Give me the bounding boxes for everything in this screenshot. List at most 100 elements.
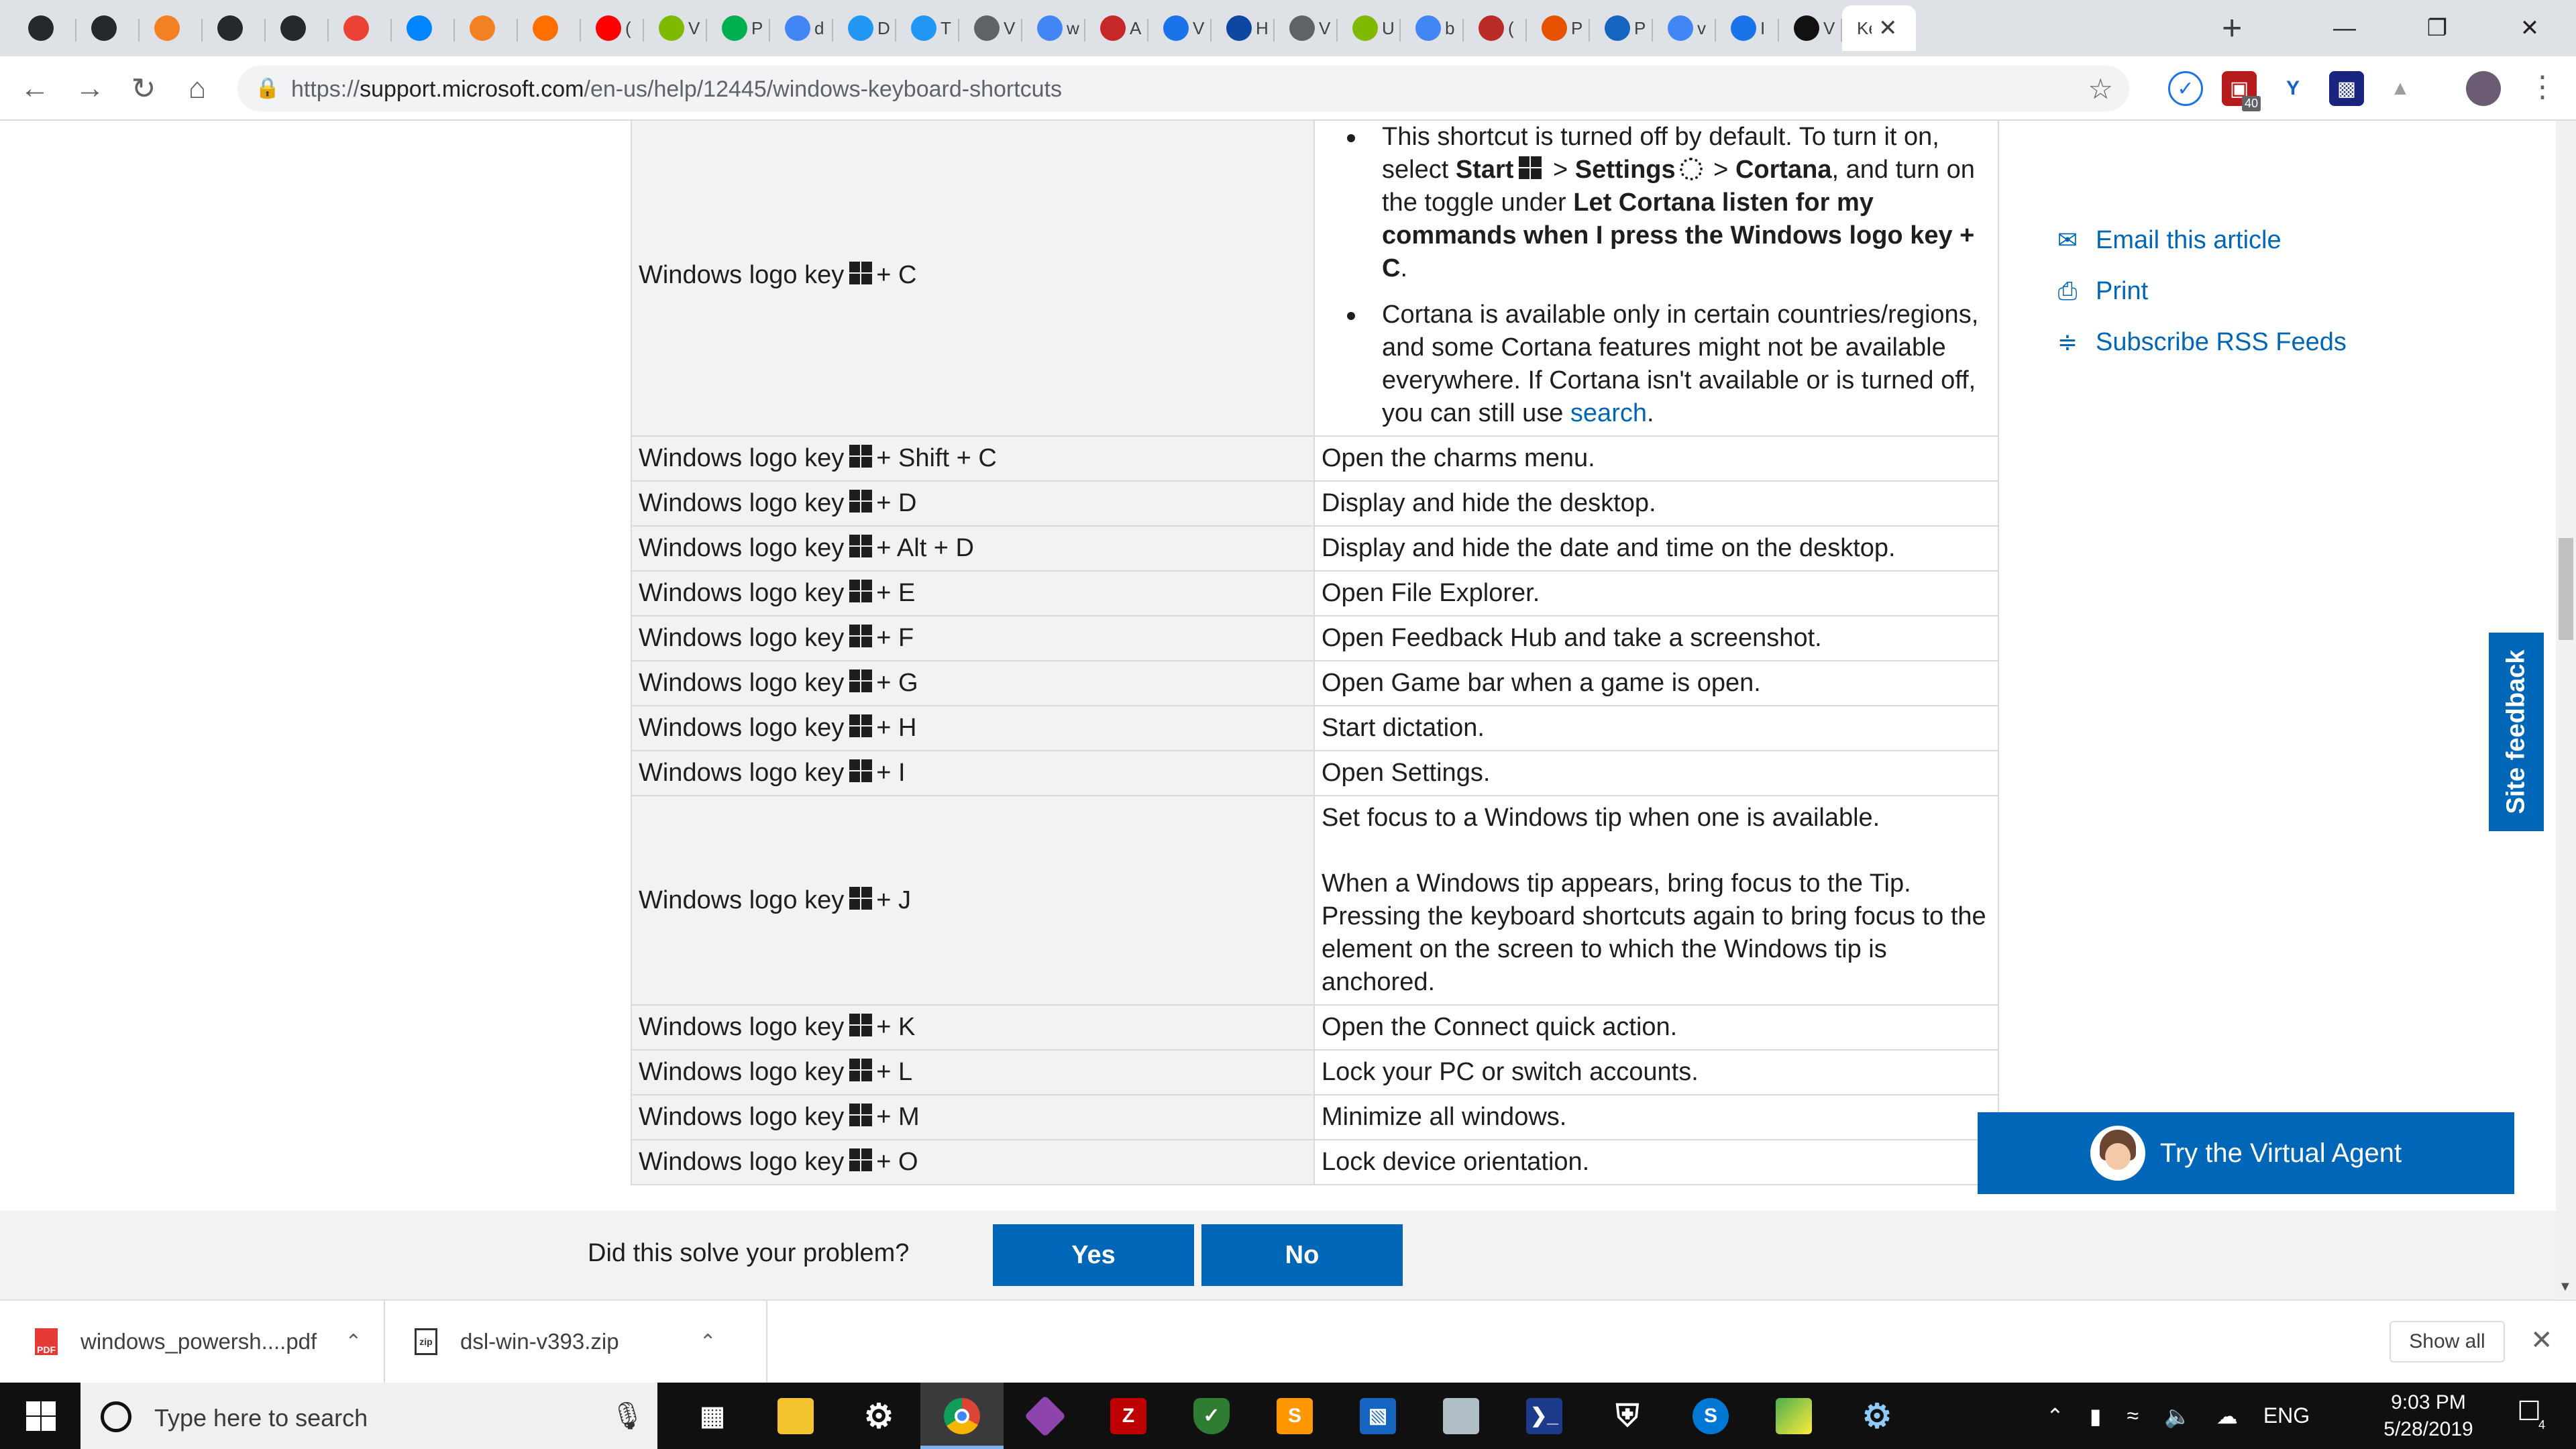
close-tab-icon[interactable]: ✕ <box>1878 15 1898 42</box>
shield-extension-icon[interactable]: ✓ <box>2168 71 2203 106</box>
defender-button[interactable]: ✓ <box>1170 1383 1253 1449</box>
sublime-button[interactable]: S <box>1253 1383 1336 1449</box>
browser-tab[interactable] <box>13 5 76 51</box>
home-button[interactable]: ⌂ <box>178 70 216 107</box>
browser-menu-button[interactable]: ⋮ <box>2528 70 2557 104</box>
tab-title: V <box>688 17 700 38</box>
new-tab-button[interactable]: + <box>2222 9 2242 47</box>
network-app-button[interactable]: ▧ <box>1336 1383 1419 1449</box>
stackoverflow-icon <box>470 15 495 41</box>
control-panel-button[interactable]: ⚙ <box>1835 1383 1919 1449</box>
yes-button[interactable]: Yes <box>993 1224 1194 1286</box>
chevron-up-icon[interactable]: ⌃ <box>700 1330 716 1354</box>
settings-button[interactable]: ⚙ <box>837 1383 920 1449</box>
rss-link[interactable]: ≑ Subscribe RSS Feeds <box>2053 317 2347 368</box>
download-item[interactable]: PDF windows_powersh....pdf ⌃ <box>0 1301 385 1383</box>
taskbar-search[interactable]: Type here to search 🎙 <box>80 1383 657 1449</box>
browser-tab[interactable] <box>518 5 581 51</box>
scroll-down-arrow-icon[interactable]: ▼ <box>2559 1279 2572 1295</box>
browser-tab[interactable]: d <box>770 5 833 51</box>
print-link[interactable]: ⎙ Print <box>2053 266 2347 317</box>
browser-tab[interactable]: V <box>644 5 707 51</box>
browser-tab[interactable]: T <box>896 5 959 51</box>
profile-avatar[interactable] <box>2466 71 2501 106</box>
site-feedback-button[interactable]: Site feedback <box>2489 633 2544 831</box>
virtual-agent-button[interactable]: Try the Virtual Agent <box>1978 1112 2514 1194</box>
browser-tab[interactable]: V <box>1779 5 1842 51</box>
shortcut-key-cell: Windows logo key + C <box>631 121 1315 437</box>
browser-tab[interactable]: V <box>1275 5 1338 51</box>
browser-tab[interactable] <box>329 5 392 51</box>
git-app-button[interactable] <box>1004 1383 1087 1449</box>
chevron-up-icon[interactable]: ⌃ <box>345 1330 362 1354</box>
url-text[interactable]: https://support.microsoft.com/en-us/help… <box>291 76 1062 103</box>
scrollbar-thumb[interactable] <box>2559 538 2573 640</box>
show-all-button[interactable]: Show all <box>2390 1321 2505 1362</box>
notes-app-button[interactable] <box>1419 1383 1503 1449</box>
close-downloads-icon[interactable]: ✕ <box>2530 1325 2553 1356</box>
microphone-icon[interactable]: 🎙 <box>610 1400 645 1432</box>
browser-tab[interactable]: P <box>707 5 770 51</box>
puzzle-extension-icon[interactable]: ▩ <box>2329 71 2364 106</box>
browser-tab[interactable]: A <box>1085 5 1148 51</box>
volume-icon[interactable]: 🔈 <box>2164 1403 2191 1429</box>
task-view-button[interactable]: ▦ <box>671 1383 754 1449</box>
security-app-button[interactable]: ⛨ <box>1586 1383 1669 1449</box>
browser-tab[interactable]: w <box>1022 5 1085 51</box>
tab-title: b <box>1445 17 1455 38</box>
start-button[interactable] <box>0 1383 80 1449</box>
taskbar-clock[interactable]: 9:03 PM 5/28/2019 <box>2361 1389 2496 1443</box>
browser-tab[interactable]: H <box>1212 5 1275 51</box>
reload-button[interactable]: ↻ <box>125 70 162 107</box>
v-extension-icon[interactable]: Y <box>2275 71 2310 106</box>
back-button[interactable]: ← <box>16 70 54 107</box>
browser-tab[interactable]: P <box>1590 5 1653 51</box>
browser-tab[interactable]: ( <box>581 5 644 51</box>
photos-app-button[interactable] <box>1752 1383 1835 1449</box>
bookmark-star-icon[interactable]: ☆ <box>2088 72 2113 105</box>
download-item[interactable]: zip dsl-win-v393.zip ⌃ <box>385 1301 767 1383</box>
powershell-button[interactable]: ❯_ <box>1503 1383 1586 1449</box>
maximize-button[interactable]: ❐ <box>2391 0 2483 56</box>
filezilla-button[interactable]: Z <box>1087 1383 1170 1449</box>
chevron-up-icon[interactable]: ⌃ <box>2046 1403 2064 1429</box>
browser-tab[interactable]: v <box>1653 5 1716 51</box>
browser-tab[interactable]: Ke ✕ <box>1842 5 1916 51</box>
minimize-button[interactable]: — <box>2298 0 2391 56</box>
file-explorer-button[interactable] <box>754 1383 837 1449</box>
browser-tab[interactable] <box>266 5 329 51</box>
extension-badge: 40 <box>2241 96 2261 111</box>
browser-tab[interactable] <box>76 5 140 51</box>
browser-tab[interactable] <box>203 5 266 51</box>
close-window-button[interactable]: ✕ <box>2483 0 2576 56</box>
skype-button[interactable]: S <box>1669 1383 1752 1449</box>
key-prefix: Windows logo key <box>639 579 845 607</box>
browser-tab[interactable]: ( <box>1464 5 1527 51</box>
password-extension-icon[interactable]: ▣ 40 <box>2222 71 2261 111</box>
forward-button[interactable]: → <box>71 70 109 107</box>
browser-tab[interactable]: I <box>1716 5 1779 51</box>
page-scrollbar[interactable]: ▼ <box>2556 121 2576 1299</box>
onedrive-icon[interactable]: ☁ <box>2216 1403 2238 1429</box>
clock-date: 5/28/2019 <box>2383 1418 2473 1440</box>
browser-tab[interactable]: V <box>1148 5 1212 51</box>
wifi-icon[interactable]: ≈ <box>2127 1403 2139 1428</box>
address-bar[interactable]: 🔒 https://support.microsoft.com/en-us/he… <box>237 66 2129 111</box>
browser-tab[interactable]: b <box>1401 5 1464 51</box>
action-center-button[interactable]: ☐ 4 <box>2509 1396 2549 1436</box>
browser-tab[interactable] <box>140 5 203 51</box>
browser-tab[interactable]: V <box>959 5 1022 51</box>
browser-tab[interactable] <box>455 5 518 51</box>
no-button[interactable]: No <box>1201 1224 1403 1286</box>
email-article-link[interactable]: ✉ Email this article <box>2053 215 2347 266</box>
browser-tab[interactable]: U <box>1338 5 1401 51</box>
search-link[interactable]: search <box>1570 399 1647 427</box>
browser-tab[interactable]: P <box>1527 5 1590 51</box>
browser-tab[interactable]: D <box>833 5 896 51</box>
chrome-button[interactable] <box>920 1383 1004 1449</box>
printer-icon: ⎙ <box>2057 276 2078 305</box>
battery-icon[interactable]: ▮ <box>2090 1403 2102 1429</box>
browser-tab[interactable] <box>392 5 455 51</box>
language-indicator[interactable]: ENG <box>2263 1403 2310 1428</box>
drive-extension-icon[interactable]: ▲ <box>2383 71 2418 106</box>
